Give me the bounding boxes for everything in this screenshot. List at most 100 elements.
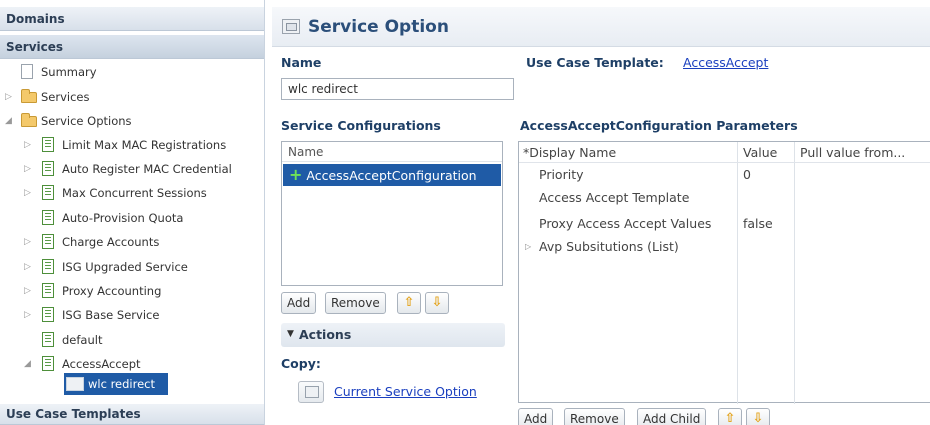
chevron-right-icon[interactable]: ▷	[23, 261, 32, 273]
list-icon	[42, 332, 54, 347]
param-name: Avp Subsitutions (List)	[539, 239, 679, 254]
service-option-icon	[66, 377, 84, 391]
plus-icon: +	[289, 165, 303, 184]
service-option-icon	[282, 19, 300, 34]
chevron-right-icon[interactable]: ▷	[23, 285, 32, 297]
params-title: AccessAcceptConfiguration Parameters	[520, 118, 798, 133]
arrow-up-icon: ⇧	[724, 411, 736, 425]
copy-service-option-icon[interactable]	[298, 381, 324, 403]
tree-item-label: Service Options	[41, 114, 132, 128]
table-header: *Display Name Value Pull value from...	[519, 142, 930, 163]
column-header-value[interactable]: Value	[743, 142, 777, 163]
name-field[interactable]	[281, 78, 514, 100]
tree-item-label: Summary	[41, 65, 97, 79]
tree-item-default[interactable]: default	[0, 328, 264, 352]
tree-item-max-concurrent-sessions[interactable]: ▷ Max Concurrent Sessions	[0, 181, 264, 205]
tree-item-label: default	[62, 333, 103, 347]
copy-label: Copy:	[281, 356, 321, 371]
tree-item-label: Proxy Accounting	[62, 284, 162, 298]
tree-item-auto-provision-quota[interactable]: Auto-Provision Quota	[0, 206, 264, 230]
page-title: Service Option	[308, 17, 449, 37]
column-header-name[interactable]: Name	[282, 142, 502, 162]
tree-item-label: Max Concurrent Sessions	[62, 186, 207, 200]
arrow-up-icon: ⇧	[403, 295, 415, 310]
table-row[interactable]: Proxy Access Accept Values false	[519, 213, 930, 235]
column-header-display-name[interactable]: *Display Name	[523, 142, 616, 163]
tree-item-summary[interactable]: Summary	[0, 60, 264, 84]
actions-title: Actions	[299, 327, 352, 342]
tree-item-isg-upgraded-service[interactable]: ▷ ISG Upgraded Service	[0, 255, 264, 279]
name-label: Name	[281, 55, 322, 70]
param-move-down-button[interactable]: ⇩	[746, 408, 770, 425]
remove-parameter-button[interactable]: Remove	[564, 408, 625, 425]
chevron-right-icon[interactable]: ▷	[23, 236, 32, 248]
chevron-right-icon[interactable]: ▷	[525, 242, 531, 251]
param-value[interactable]: false	[743, 213, 773, 234]
list-icon	[42, 283, 54, 298]
tree-item-label: Services	[41, 90, 90, 104]
parameters-table: *Display Name Value Pull value from... P…	[518, 141, 930, 404]
list-icon	[42, 307, 54, 322]
move-up-button[interactable]: ⇧	[397, 292, 421, 314]
chevron-right-icon[interactable]: ▷	[23, 163, 32, 175]
tree-item-limit-max-mac[interactable]: ▷ Limit Max MAC Registrations	[0, 133, 264, 157]
editor-panel: Service Option Name Use Case Template: A…	[272, 0, 930, 425]
arrow-down-icon: ⇩	[752, 411, 764, 425]
chevron-down-icon[interactable]: ◢	[23, 358, 32, 370]
param-value[interactable]: 0	[743, 164, 751, 185]
list-icon	[42, 356, 54, 371]
chevron-right-icon[interactable]: ▷	[23, 309, 32, 321]
tree-item-label: ISG Base Service	[62, 308, 160, 322]
tree-item-label: Charge Accounts	[62, 235, 160, 249]
tree-item-label: AccessAccept	[62, 357, 141, 371]
document-icon	[21, 64, 33, 79]
chevron-right-icon[interactable]: ▷	[23, 139, 32, 151]
arrow-down-icon: ⇩	[431, 295, 443, 310]
folder-icon	[21, 89, 37, 103]
accordion-services[interactable]: Services	[0, 35, 264, 59]
tree-item-label: Limit Max MAC Registrations	[62, 138, 227, 152]
list-icon	[42, 161, 54, 176]
table-row[interactable]: ▷ Avp Subsitutions (List)	[519, 236, 930, 258]
chevron-right-icon[interactable]: ▷	[4, 91, 13, 103]
param-name: Priority	[539, 167, 584, 182]
move-down-button[interactable]: ⇩	[425, 292, 449, 314]
param-name: Access Accept Template	[539, 190, 690, 205]
copy-current-service-option-link[interactable]: Current Service Option	[334, 384, 477, 399]
tree-item-label: wlc redirect	[88, 377, 156, 391]
use-case-template-link[interactable]: AccessAccept	[683, 55, 768, 70]
tree-item-label: Auto Register MAC Credential	[62, 162, 232, 176]
list-item-label: AccessAcceptConfiguration	[306, 168, 477, 183]
list-icon	[42, 259, 54, 274]
add-parameter-button[interactable]: Add	[518, 408, 554, 425]
column-header-pull-value-from[interactable]: Pull value from...	[800, 142, 905, 163]
accordion-use-case-templates[interactable]: Use Case Templates	[0, 404, 264, 425]
service-configurations-list[interactable]: Name + AccessAcceptConfiguration	[281, 141, 503, 286]
editor-header: Service Option	[272, 7, 930, 47]
list-item[interactable]: + AccessAcceptConfiguration	[283, 164, 501, 186]
list-icon	[42, 234, 54, 249]
param-move-up-button[interactable]: ⇧	[718, 408, 742, 425]
tree-item-auto-register-mac[interactable]: ▷ Auto Register MAC Credential	[0, 157, 264, 181]
chevron-right-icon[interactable]: ▷	[23, 187, 32, 199]
tree-item-isg-base-service[interactable]: ▷ ISG Base Service	[0, 303, 264, 327]
remove-configuration-button[interactable]: Remove	[325, 292, 386, 314]
chevron-down-icon[interactable]: ◢	[4, 115, 13, 127]
tree-item-wlc-redirect[interactable]: wlc redirect	[64, 373, 168, 395]
actions-section-header[interactable]: ▼ Actions	[281, 323, 505, 347]
table-row[interactable]: Priority 0	[519, 164, 930, 186]
accordion-domains[interactable]: Domains	[0, 7, 264, 31]
add-child-button[interactable]: Add Child	[637, 408, 707, 425]
add-configuration-button[interactable]: Add	[281, 292, 317, 314]
use-case-template-label: Use Case Template:	[526, 55, 664, 70]
param-name: Proxy Access Accept Values	[539, 216, 712, 231]
list-icon	[42, 185, 54, 200]
tree-item-services[interactable]: ▷ Services	[0, 85, 264, 109]
folder-icon	[21, 113, 37, 127]
list-icon	[42, 210, 54, 225]
tree-item-proxy-accounting[interactable]: ▷ Proxy Accounting	[0, 279, 264, 303]
service-configurations-label: Service Configurations	[281, 118, 441, 133]
tree-item-service-options[interactable]: ◢ Service Options	[0, 109, 264, 133]
tree-item-charge-accounts[interactable]: ▷ Charge Accounts	[0, 230, 264, 254]
table-row[interactable]: Access Accept Template	[519, 187, 930, 209]
